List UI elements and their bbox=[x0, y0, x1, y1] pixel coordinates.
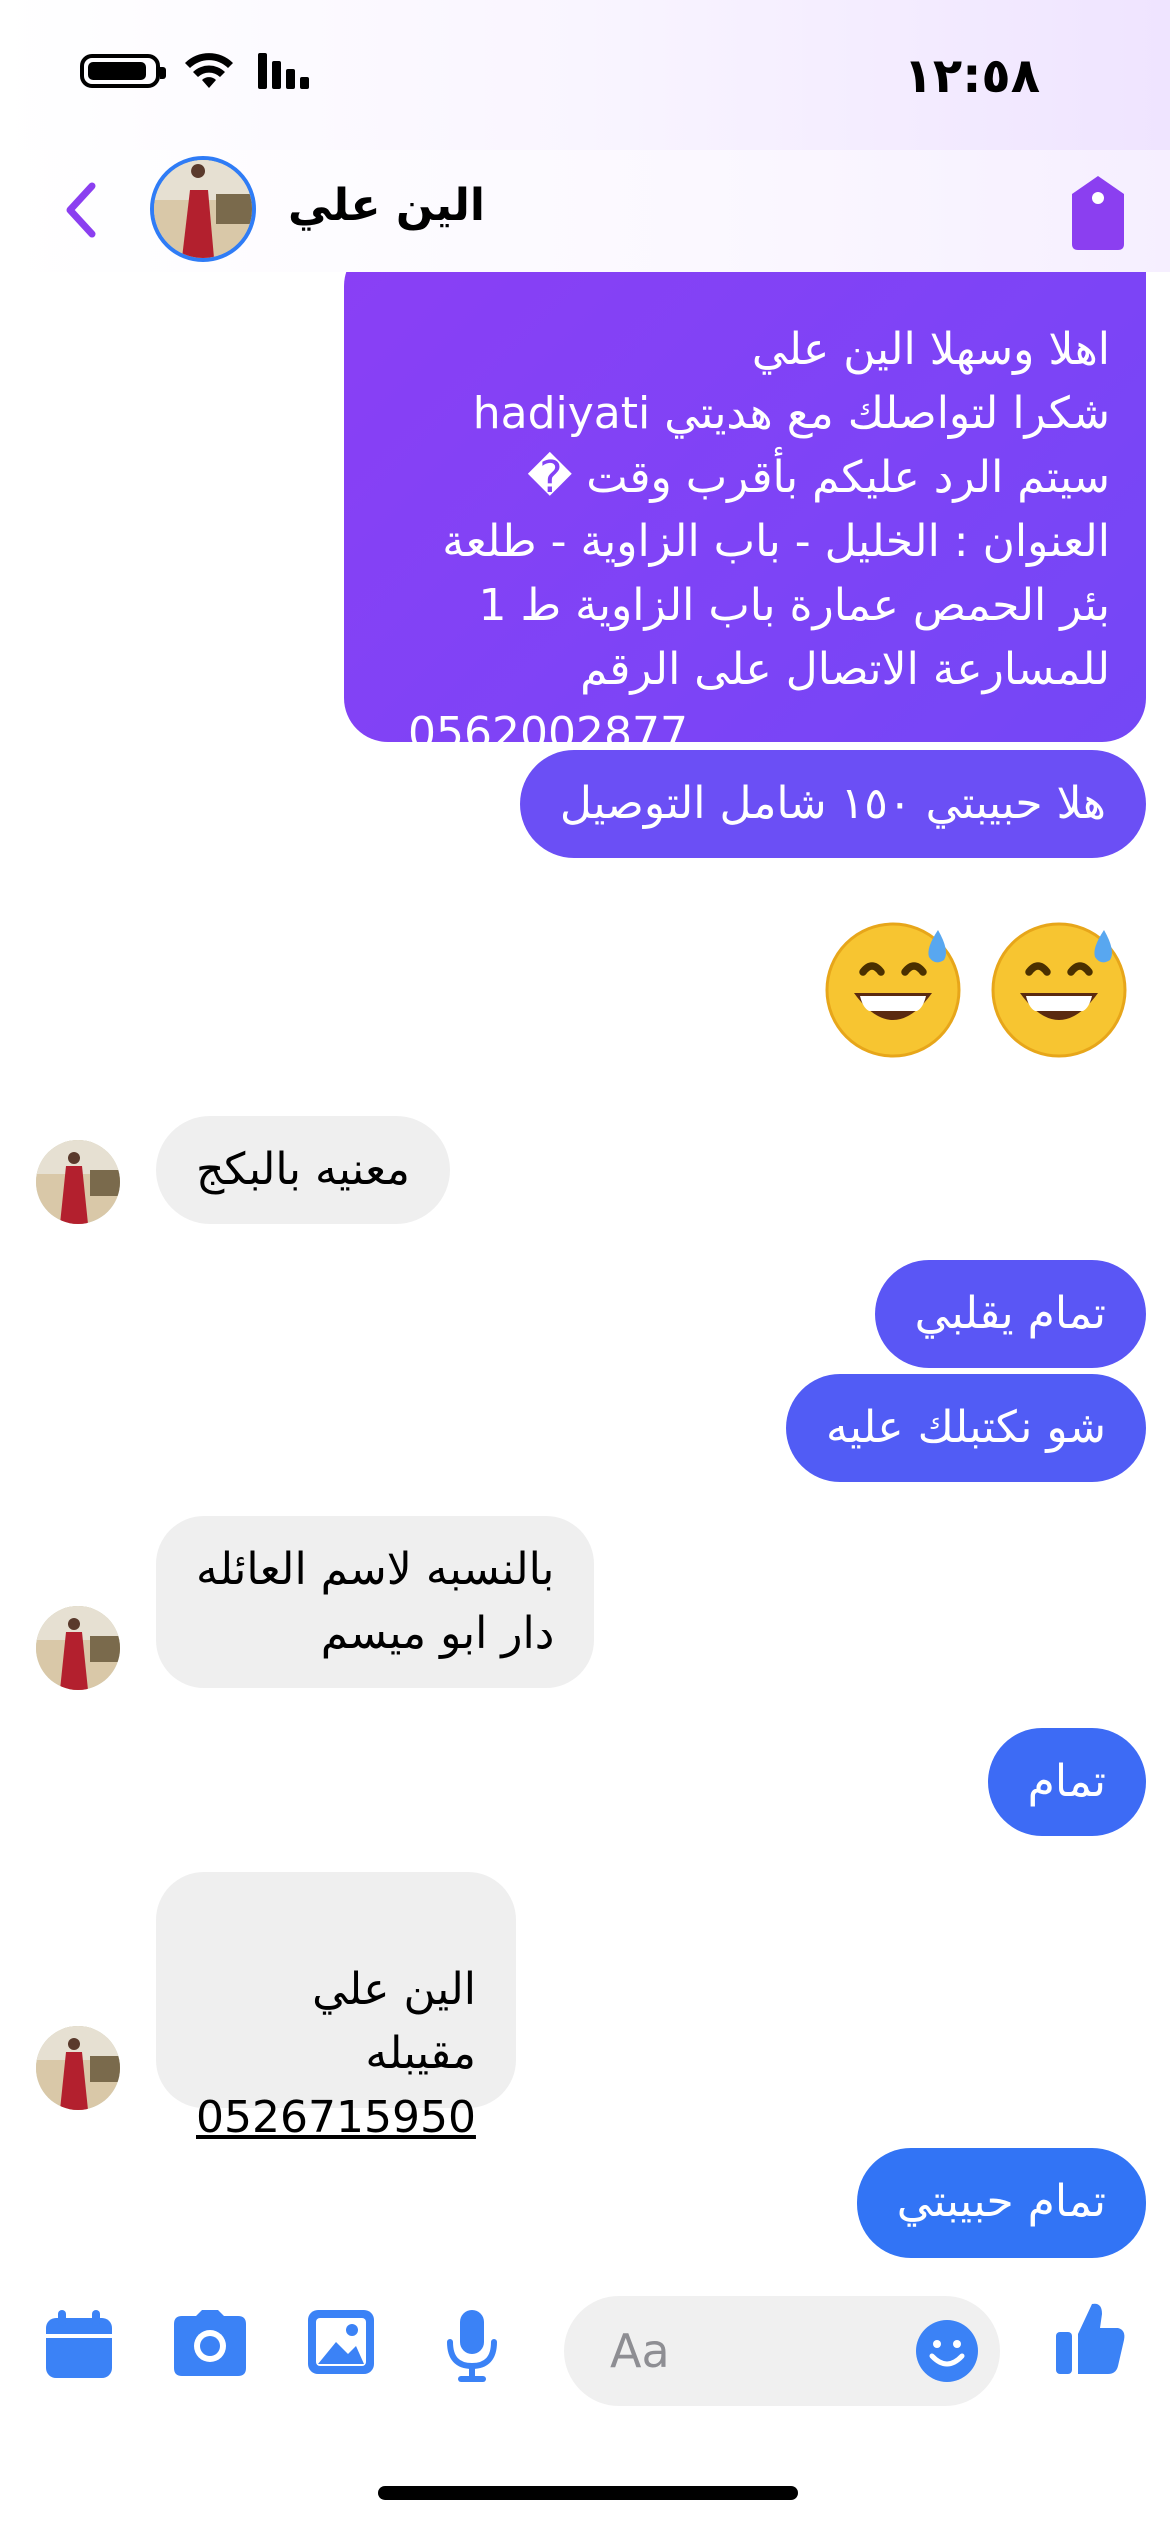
status-icons bbox=[80, 52, 318, 90]
composer-toolbar: Aa bbox=[0, 2260, 1170, 2450]
calendar-icon[interactable] bbox=[44, 2308, 114, 2380]
message-incoming[interactable]: معنيه بالبكج bbox=[156, 1116, 450, 1224]
clock: ١٢:٥٨ bbox=[903, 48, 1040, 104]
back-button[interactable] bbox=[40, 170, 120, 250]
back-chevron-icon bbox=[66, 182, 96, 238]
contact-avatar[interactable] bbox=[150, 156, 256, 262]
message-outgoing[interactable]: هلا حبيبتي ١٥٠ شامل التوصيل bbox=[519, 750, 1146, 858]
message-outgoing[interactable]: تمام حبيبتي bbox=[856, 2148, 1146, 2258]
message-list[interactable]: اهلا وسهلا الين علي شكرا لتواصلك مع هديت… bbox=[0, 272, 1170, 2260]
battery-icon bbox=[80, 54, 166, 88]
home-indicator[interactable] bbox=[378, 2486, 798, 2500]
message-text: الين علي مقيبله bbox=[312, 1964, 476, 2079]
message-outgoing[interactable]: تمام bbox=[987, 1728, 1146, 1836]
message-input-placeholder: Aa bbox=[610, 2324, 670, 2378]
message-incoming[interactable]: الين علي مقيبله 0526715950 bbox=[156, 1872, 516, 2143]
message-text: اهلا وسهلا الين علي شكرا لتواصلك مع هديت… bbox=[442, 324, 1110, 695]
message-input[interactable]: Aa bbox=[564, 2296, 1000, 2406]
sweat-smile-emoji[interactable] bbox=[818, 912, 968, 1062]
message-outgoing[interactable]: اهلا وسهلا الين علي شكرا لتواصلك مع هديت… bbox=[344, 272, 1146, 759]
contact-name[interactable]: الين علي bbox=[288, 180, 485, 231]
sweat-smile-emoji[interactable] bbox=[984, 912, 1134, 1062]
sender-avatar[interactable] bbox=[36, 2026, 120, 2110]
message-incoming[interactable]: بالنسبه لاسم العائله دار ابو ميسم bbox=[156, 1516, 595, 1688]
camera-icon[interactable] bbox=[172, 2308, 248, 2378]
tag-button[interactable] bbox=[1066, 172, 1130, 256]
status-bar: ١٢:٥٨ bbox=[0, 0, 1170, 150]
wifi-icon bbox=[185, 53, 233, 88]
chat-header: الين علي bbox=[0, 150, 1170, 272]
emoji-icon[interactable] bbox=[914, 2318, 980, 2384]
gallery-icon[interactable] bbox=[306, 2308, 376, 2376]
message-outgoing[interactable]: شو نكتبلك عليه bbox=[785, 1374, 1146, 1482]
tag-icon bbox=[1072, 176, 1124, 250]
phone-link[interactable]: 0526715950 bbox=[196, 2086, 476, 2150]
microphone-icon[interactable] bbox=[446, 2308, 498, 2384]
message-outgoing[interactable]: تمام يقلبي bbox=[874, 1260, 1146, 1368]
signal-icon bbox=[258, 53, 309, 89]
sender-avatar[interactable] bbox=[36, 1140, 120, 1224]
sender-avatar[interactable] bbox=[36, 1606, 120, 1690]
thumbs-up-icon[interactable] bbox=[1054, 2300, 1126, 2376]
